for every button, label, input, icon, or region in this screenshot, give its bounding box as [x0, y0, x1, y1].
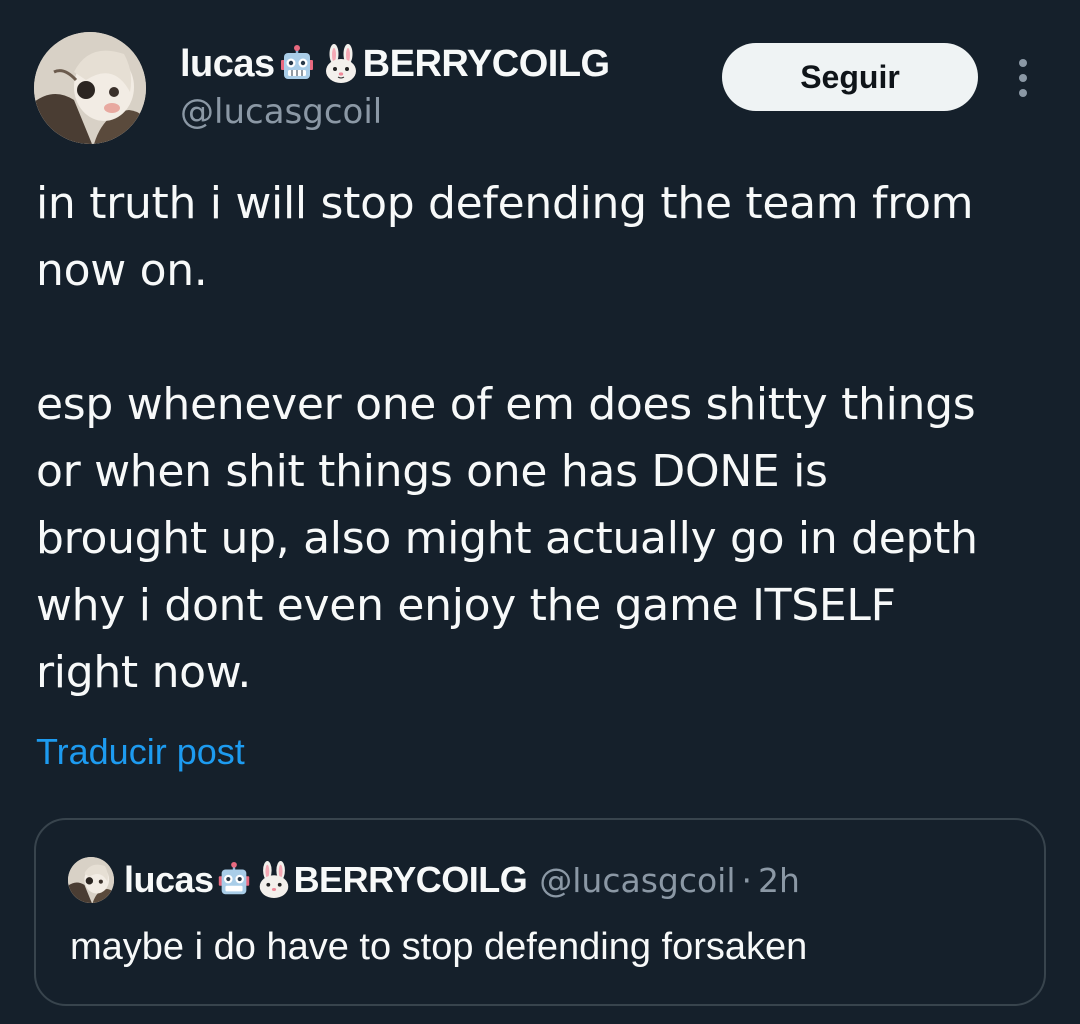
rabbit-face-icon — [321, 44, 361, 84]
quoted-tweet-header: lucas BERRYCOILG @lucasgcoil · 2h — [68, 856, 800, 904]
post-line: right now. — [36, 647, 252, 698]
author-handle[interactable]: @lucasgcoil — [180, 92, 382, 132]
follow-button[interactable]: Seguir — [722, 43, 978, 111]
rabbit-face-icon — [255, 861, 293, 899]
quoted-tweet-text: maybe i do have to stop defending forsak… — [70, 926, 808, 968]
post-line: esp whenever one of em does shitty thing… — [36, 379, 976, 430]
meta-separator: · — [741, 860, 753, 900]
post-line: in truth i will stop defending the team … — [36, 178, 974, 229]
post-line: why i dont even enjoy the game ITSELF — [36, 580, 896, 631]
post-line: now on. — [36, 245, 208, 296]
more-vertical-icon — [1019, 59, 1027, 97]
quoted-tweet-card[interactable]: lucas BERRYCOILG @lucasgcoil · 2h maybe … — [34, 818, 1046, 1006]
quoted-author-handle: @lucasgcoil — [539, 860, 736, 900]
quoted-author-name-part2: BERRYCOILG — [293, 859, 528, 900]
quoted-author-name-part1: lucas — [124, 859, 214, 900]
author-name-part1: lucas — [180, 42, 275, 85]
tweet-view: lucas BERRYCOILG @lucasgcoil Seguir in t… — [0, 0, 1080, 1024]
quoted-timestamp: 2h — [758, 860, 800, 900]
more-options-button[interactable] — [1006, 55, 1040, 101]
robot-face-icon — [215, 861, 253, 899]
quoted-author-avatar — [68, 857, 114, 903]
translate-post-link[interactable]: Traducir post — [36, 731, 245, 773]
robot-face-icon — [277, 44, 317, 84]
author-name[interactable]: lucas BERRYCOILG — [180, 40, 610, 88]
post-line: brought up, also might actually go in de… — [36, 513, 978, 564]
author-name-part2: BERRYCOILG — [362, 42, 610, 85]
author-avatar[interactable] — [34, 32, 146, 144]
post-text: in truth i will stop defending the team … — [36, 170, 1046, 706]
post-line: or when shit things one has DONE is — [36, 446, 828, 497]
